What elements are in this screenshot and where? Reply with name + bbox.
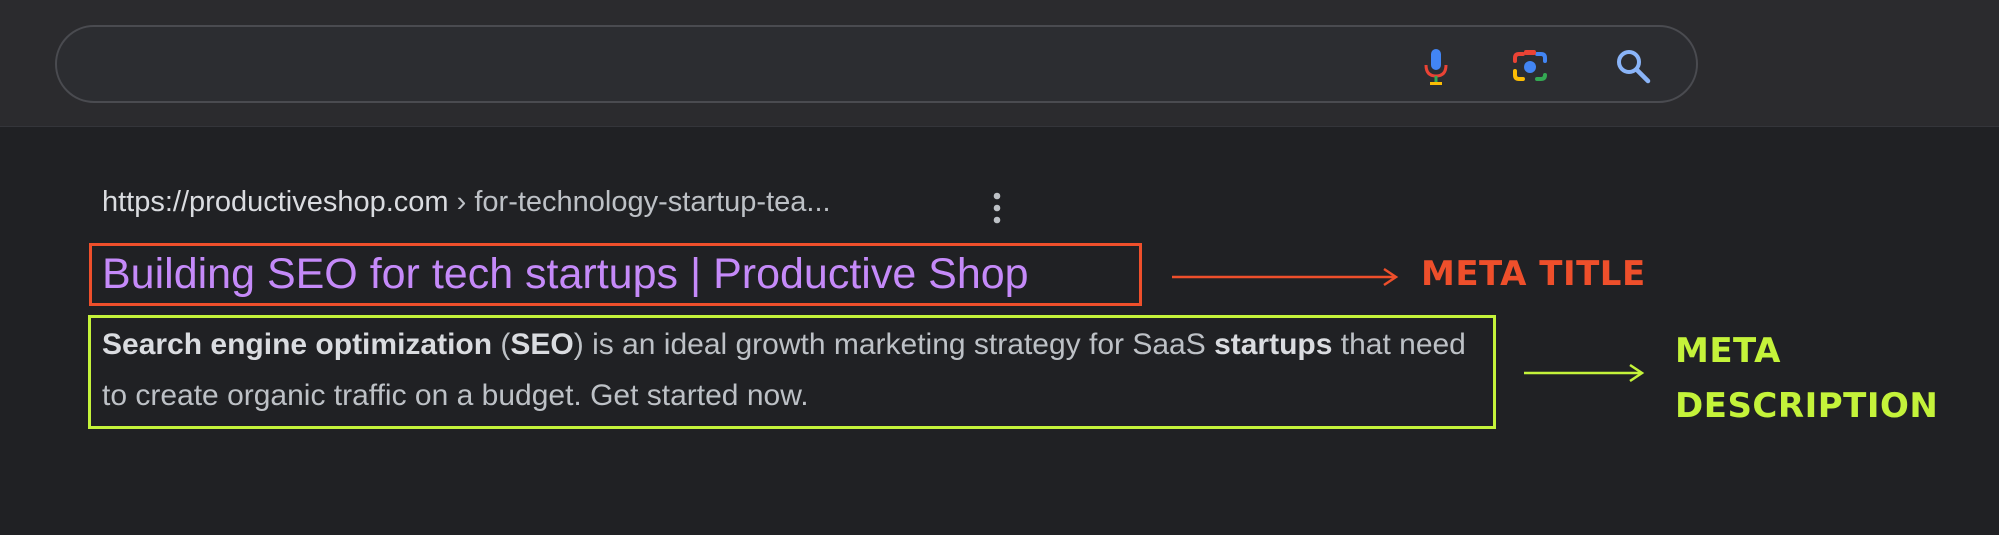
search-header: [0, 0, 1999, 127]
meta-description-label-line2: DESCRIPTION: [1675, 386, 1939, 426]
more-vert-icon[interactable]: [985, 190, 1009, 226]
desc-bold-3: SEO: [510, 328, 574, 361]
meta-description-label-line1: META: [1675, 331, 1781, 371]
desc-text-2: (: [492, 328, 511, 361]
camera-lens-icon[interactable]: [1509, 45, 1551, 87]
result-url-domain: https://productiveshop.com: [102, 186, 449, 218]
meta-description-arrow: [1524, 363, 1645, 383]
meta-title-label: META TITLE: [1421, 254, 1646, 294]
result-description: Search engine optimization (SEO) is an i…: [102, 319, 1497, 421]
mic-icon[interactable]: [1415, 45, 1457, 87]
search-input[interactable]: [91, 41, 1415, 91]
desc-text-4: ) is an ideal growth marketing strategy …: [573, 328, 1215, 361]
result-title-link[interactable]: Building SEO for tech startups | Product…: [102, 249, 1029, 299]
search-box[interactable]: [55, 25, 1698, 103]
result-url[interactable]: https://productiveshop.com › for-technol…: [102, 186, 831, 219]
desc-bold-5: startups: [1214, 328, 1333, 361]
desc-bold-1: Search engine optimization: [102, 328, 493, 361]
meta-description-label: META DESCRIPTION: [1675, 324, 1938, 434]
result-url-path: › for-technology-startup-tea...: [448, 186, 831, 218]
search-icon[interactable]: [1612, 45, 1654, 87]
meta-title-arrow: [1172, 267, 1399, 287]
